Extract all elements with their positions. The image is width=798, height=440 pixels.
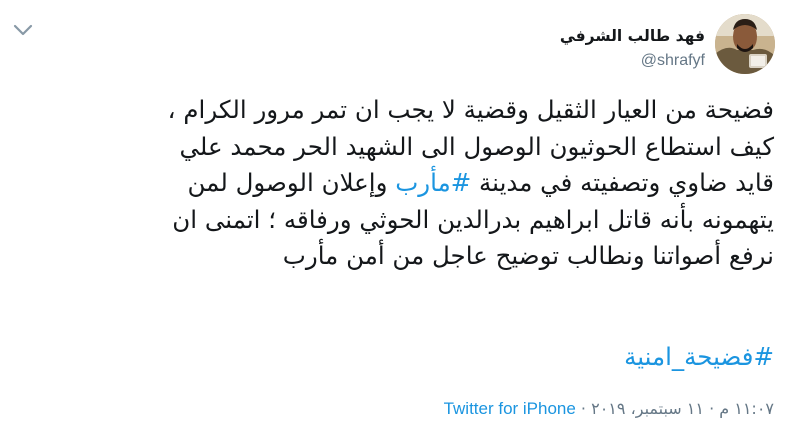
tweet-line: يتهمونه بأنه قاتل ابراهيم بدرالدين الحوث…: [34, 202, 774, 239]
separator-dot: ·: [575, 399, 592, 418]
hashtag-link-marib[interactable]: #مأرب: [395, 168, 471, 197]
tweet-line: كيف استطاع الحوثيون الوصول الى الشهيد ال…: [34, 129, 774, 166]
text-segment: وإعلان الوصول لمن: [187, 168, 396, 197]
tweet-line: نرفع أصواتنا ونطالب توضيح عاجل من أمن مأ…: [34, 238, 774, 275]
author-names: فهد طالب الشرفي @shrafyf: [560, 14, 705, 71]
display-name[interactable]: فهد طالب الشرفي: [560, 26, 705, 46]
tweet-header: فهد طالب الشرفي @shrafyf: [560, 14, 775, 80]
text-segment: فضيحة من العيار الثقيل وقضية لا يجب ان ت…: [167, 95, 774, 124]
avatar[interactable]: [715, 14, 775, 74]
text-segment: نرفع أصواتنا ونطالب توضيح عاجل من أمن مأ…: [282, 241, 774, 270]
avatar-image: [715, 14, 775, 74]
chevron-down-icon[interactable]: [12, 22, 34, 38]
timestamp[interactable]: ١١:٠٧ م · ١١ سبتمبر، ٢٠١٩: [591, 399, 774, 418]
text-segment: كيف استطاع الحوثيون الوصول الى الشهيد ال…: [179, 131, 774, 161]
hashtag-link-scandal[interactable]: #فضيحة_امنية: [624, 340, 774, 374]
tweet-text: فضيحة من العيار الثقيل وقضية لا يجب ان ت…: [34, 92, 774, 275]
username-handle[interactable]: @shrafyf: [560, 51, 705, 71]
tweet-card: فهد طالب الشرفي @shrafyf فضيحة من العيار…: [0, 0, 798, 440]
source-link[interactable]: Twitter for iPhone: [444, 399, 576, 418]
tweet-line: قايد ضاوي وتصفيته في مدينة #مأرب وإعلان …: [34, 165, 774, 202]
text-segment: قايد ضاوي وتصفيته في مدينة: [471, 168, 774, 197]
tweet-footer: ١١:٠٧ م · ١١ سبتمبر، ٢٠١٩ · Twitter for …: [444, 398, 774, 420]
tweet-line: فضيحة من العيار الثقيل وقضية لا يجب ان ت…: [34, 92, 774, 129]
text-segment: يتهمونه بأنه قاتل ابراهيم بدرالدين الحوث…: [172, 204, 774, 234]
